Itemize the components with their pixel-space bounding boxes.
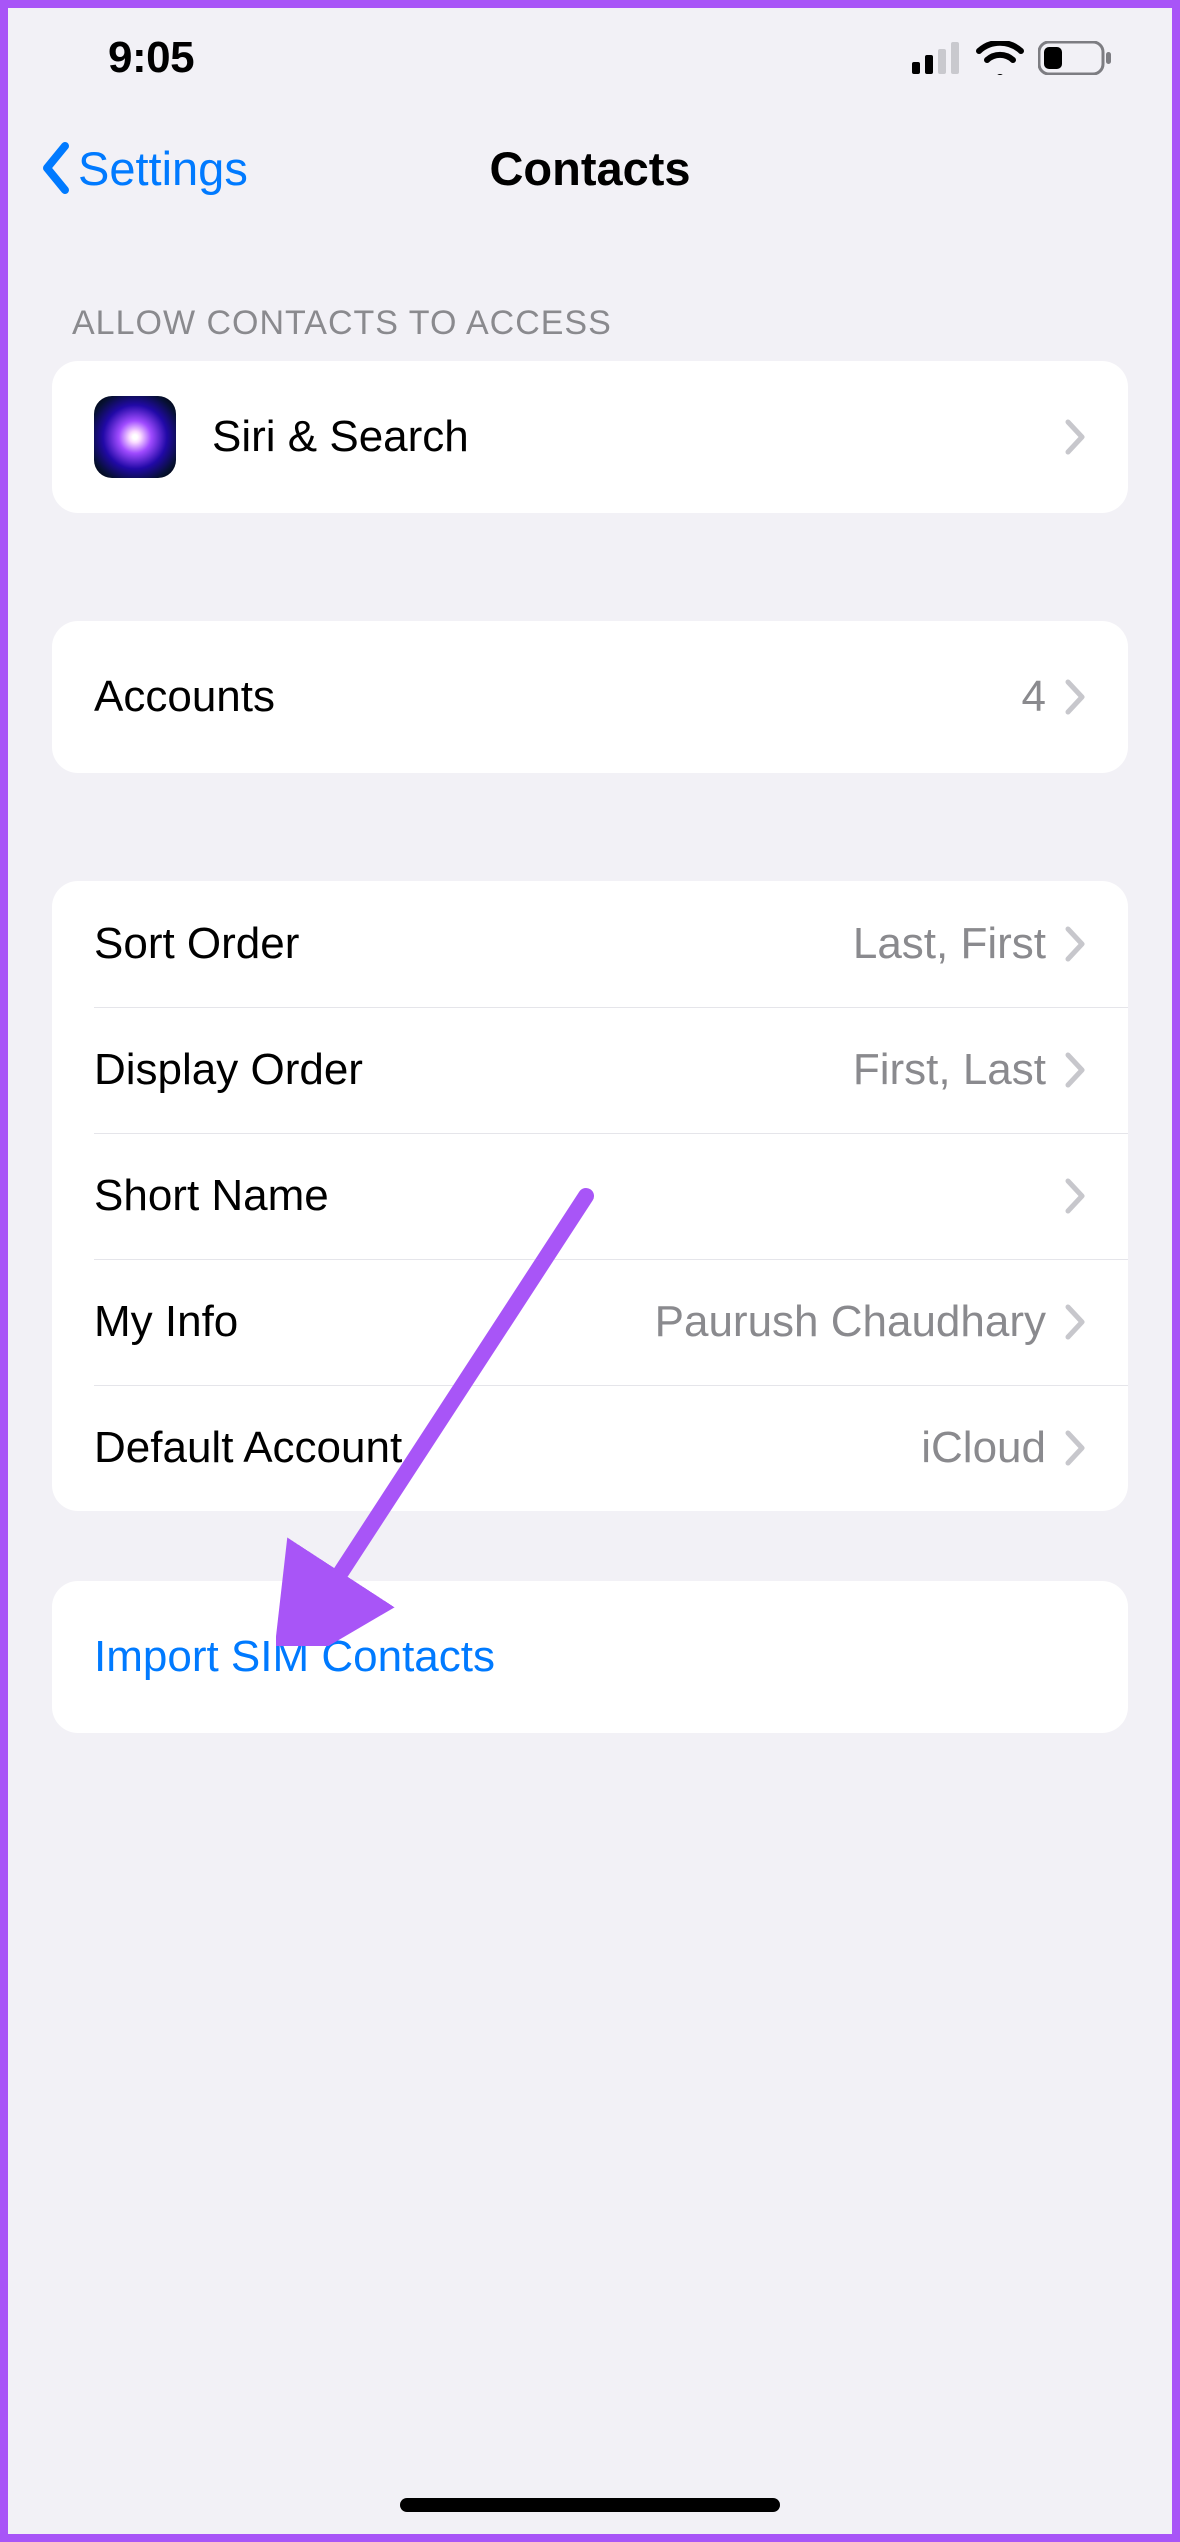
status-time: 9:05 — [108, 33, 194, 83]
short-name-row[interactable]: Short Name — [52, 1133, 1128, 1259]
display-order-value: First, Last — [853, 1045, 1046, 1095]
sort-order-value: Last, First — [853, 919, 1046, 969]
allow-access-header: ALLOW CONTACTS TO ACCESS — [8, 228, 1172, 361]
chevron-right-icon — [1064, 1430, 1086, 1466]
wifi-icon — [976, 41, 1024, 75]
status-indicators — [912, 41, 1112, 75]
my-info-label: My Info — [94, 1297, 655, 1347]
accounts-count: 4 — [1022, 672, 1046, 722]
sort-order-label: Sort Order — [94, 919, 853, 969]
back-label: Settings — [78, 141, 248, 196]
nav-bar: Settings Contacts — [8, 108, 1172, 228]
home-indicator[interactable] — [400, 2498, 780, 2512]
short-name-label: Short Name — [94, 1171, 1064, 1221]
contact-settings-group: Sort Order Last, First Display Order Fir… — [52, 881, 1128, 1511]
chevron-right-icon — [1064, 1178, 1086, 1214]
siri-search-row[interactable]: Siri & Search — [52, 361, 1128, 513]
chevron-right-icon — [1064, 419, 1086, 455]
import-sim-group: Import SIM Contacts — [52, 1581, 1128, 1733]
siri-group: Siri & Search — [52, 361, 1128, 513]
default-account-label: Default Account — [94, 1423, 921, 1473]
accounts-group: Accounts 4 — [52, 621, 1128, 773]
import-sim-label: Import SIM Contacts — [94, 1632, 1086, 1682]
contacts-settings-screen: 9:05 Settings Contact — [0, 0, 1180, 2542]
cellular-icon — [912, 42, 962, 74]
sort-order-row[interactable]: Sort Order Last, First — [52, 881, 1128, 1007]
my-info-row[interactable]: My Info Paurush Chaudhary — [52, 1259, 1128, 1385]
import-sim-row[interactable]: Import SIM Contacts — [52, 1581, 1128, 1733]
default-account-row[interactable]: Default Account iCloud — [52, 1385, 1128, 1511]
siri-label: Siri & Search — [212, 412, 1064, 462]
accounts-label: Accounts — [94, 672, 1022, 722]
default-account-value: iCloud — [921, 1423, 1046, 1473]
chevron-right-icon — [1064, 1052, 1086, 1088]
chevron-left-icon — [38, 142, 74, 194]
battery-icon — [1038, 41, 1112, 75]
chevron-right-icon — [1064, 926, 1086, 962]
chevron-right-icon — [1064, 1304, 1086, 1340]
siri-icon — [94, 396, 176, 478]
chevron-right-icon — [1064, 679, 1086, 715]
back-button[interactable]: Settings — [38, 141, 248, 196]
display-order-label: Display Order — [94, 1045, 853, 1095]
my-info-value: Paurush Chaudhary — [655, 1297, 1046, 1347]
status-bar: 9:05 — [8, 8, 1172, 108]
accounts-row[interactable]: Accounts 4 — [52, 621, 1128, 773]
display-order-row[interactable]: Display Order First, Last — [52, 1007, 1128, 1133]
